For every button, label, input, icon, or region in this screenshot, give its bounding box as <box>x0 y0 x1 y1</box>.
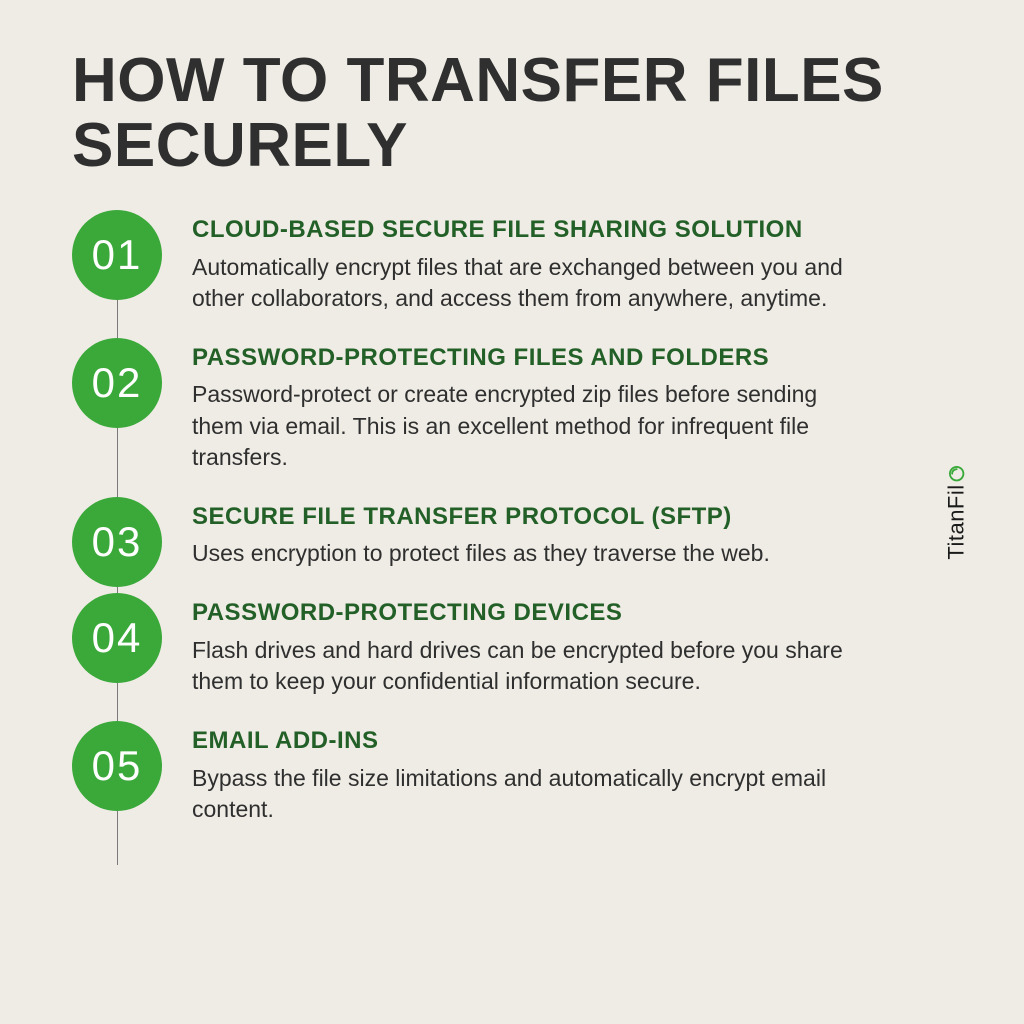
step-number-badge: 05 <box>72 721 162 811</box>
step-number-badge: 02 <box>72 338 162 428</box>
step-body: Flash drives and hard drives can be encr… <box>192 635 872 697</box>
step-body: Bypass the file size limitations and aut… <box>192 763 872 825</box>
step-body: Automatically encrypt files that are exc… <box>192 252 872 314</box>
step-title: EMAIL ADD-INS <box>192 727 892 755</box>
step-number-badge: 04 <box>72 593 162 683</box>
step-1: 01 CLOUD-BASED SECURE FILE SHARING SOLUT… <box>192 216 934 314</box>
step-title: PASSWORD-PROTECTING FILES AND FOLDERS <box>192 344 892 372</box>
step-body: Uses encryption to protect files as they… <box>192 538 872 569</box>
step-title: PASSWORD-PROTECTING DEVICES <box>192 599 892 627</box>
step-number: 04 <box>92 614 143 662</box>
step-number-badge: 01 <box>72 210 162 300</box>
step-number-badge: 03 <box>72 497 162 587</box>
step-3: 03 SECURE FILE TRANSFER PROTOCOL (SFTP) … <box>192 503 934 570</box>
step-number: 03 <box>92 518 143 566</box>
infographic-page: HOW TO TRANSFER FILES SECURELY 01 CLOUD-… <box>0 0 1024 825</box>
step-number: 05 <box>92 742 143 790</box>
step-2: 02 PASSWORD-PROTECTING FILES AND FOLDERS… <box>192 344 934 473</box>
page-title: HOW TO TRANSFER FILES SECURELY <box>72 48 934 178</box>
brand-logo-icon <box>947 464 965 482</box>
steps-timeline: 01 CLOUD-BASED SECURE FILE SHARING SOLUT… <box>72 216 934 824</box>
step-body: Password-protect or create encrypted zip… <box>192 379 872 472</box>
step-title: CLOUD-BASED SECURE FILE SHARING SOLUTION <box>192 216 892 244</box>
step-number: 02 <box>92 359 143 407</box>
step-number: 01 <box>92 231 143 279</box>
step-title: SECURE FILE TRANSFER PROTOCOL (SFTP) <box>192 503 892 531</box>
brand-watermark: TitanFil <box>943 464 969 559</box>
step-4: 04 PASSWORD-PROTECTING DEVICES Flash dri… <box>192 599 934 697</box>
brand-name-part1: TitanFil <box>943 484 969 559</box>
step-5: 05 EMAIL ADD-INS Bypass the file size li… <box>192 727 934 825</box>
